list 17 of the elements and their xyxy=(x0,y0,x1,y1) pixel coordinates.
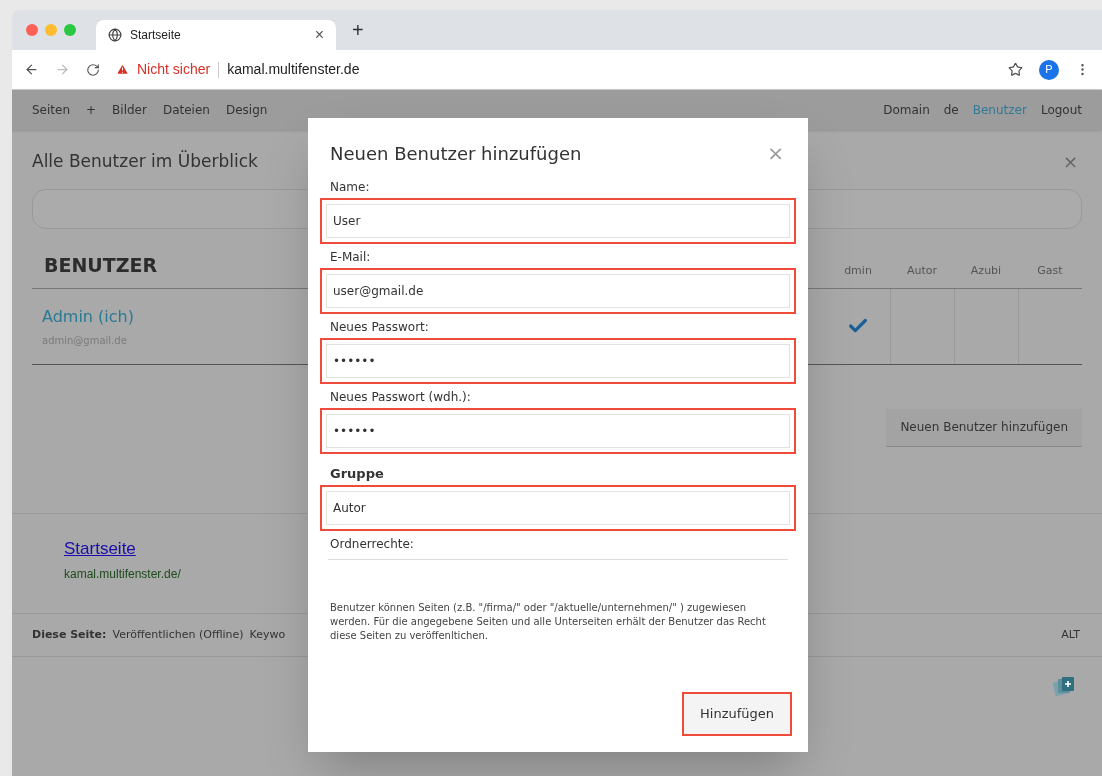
panel-title: Alle Benutzer im Überblick xyxy=(32,149,258,173)
page-bar-label: Diese Seite: xyxy=(32,626,107,643)
field-label: Name: xyxy=(329,179,371,196)
help-text: Benutzer können Seiten (z.B. "/firma/" oder "/aktuelle/unternehmen/" ) zugewiesen werden. Für die angegebene Seiten und alle Unterseiten erhält der Benutzer das Recht diese Seiten zu veröffenltichen. xyxy=(329,600,767,643)
column-header: dmin xyxy=(843,263,873,279)
field-label: Neues Passwort (wdh.): xyxy=(329,389,472,406)
field-label: E-Mail: xyxy=(329,249,372,266)
table-heading: BENUTZER xyxy=(43,253,158,278)
column-header: Azubi xyxy=(969,263,1003,279)
field-label: Ordnerrechte: xyxy=(329,535,415,553)
field-label: Neues Passwort: xyxy=(329,319,430,336)
preview-url: kamal.multifenster.de/ xyxy=(64,566,181,583)
dialog-title: Neuen Benutzer hinzufügen xyxy=(330,141,582,166)
column-header: Gast xyxy=(1036,263,1064,279)
field-label: Gruppe xyxy=(329,465,385,483)
column-header: Autor xyxy=(905,263,939,279)
tab-title: Startseite xyxy=(130,27,182,44)
